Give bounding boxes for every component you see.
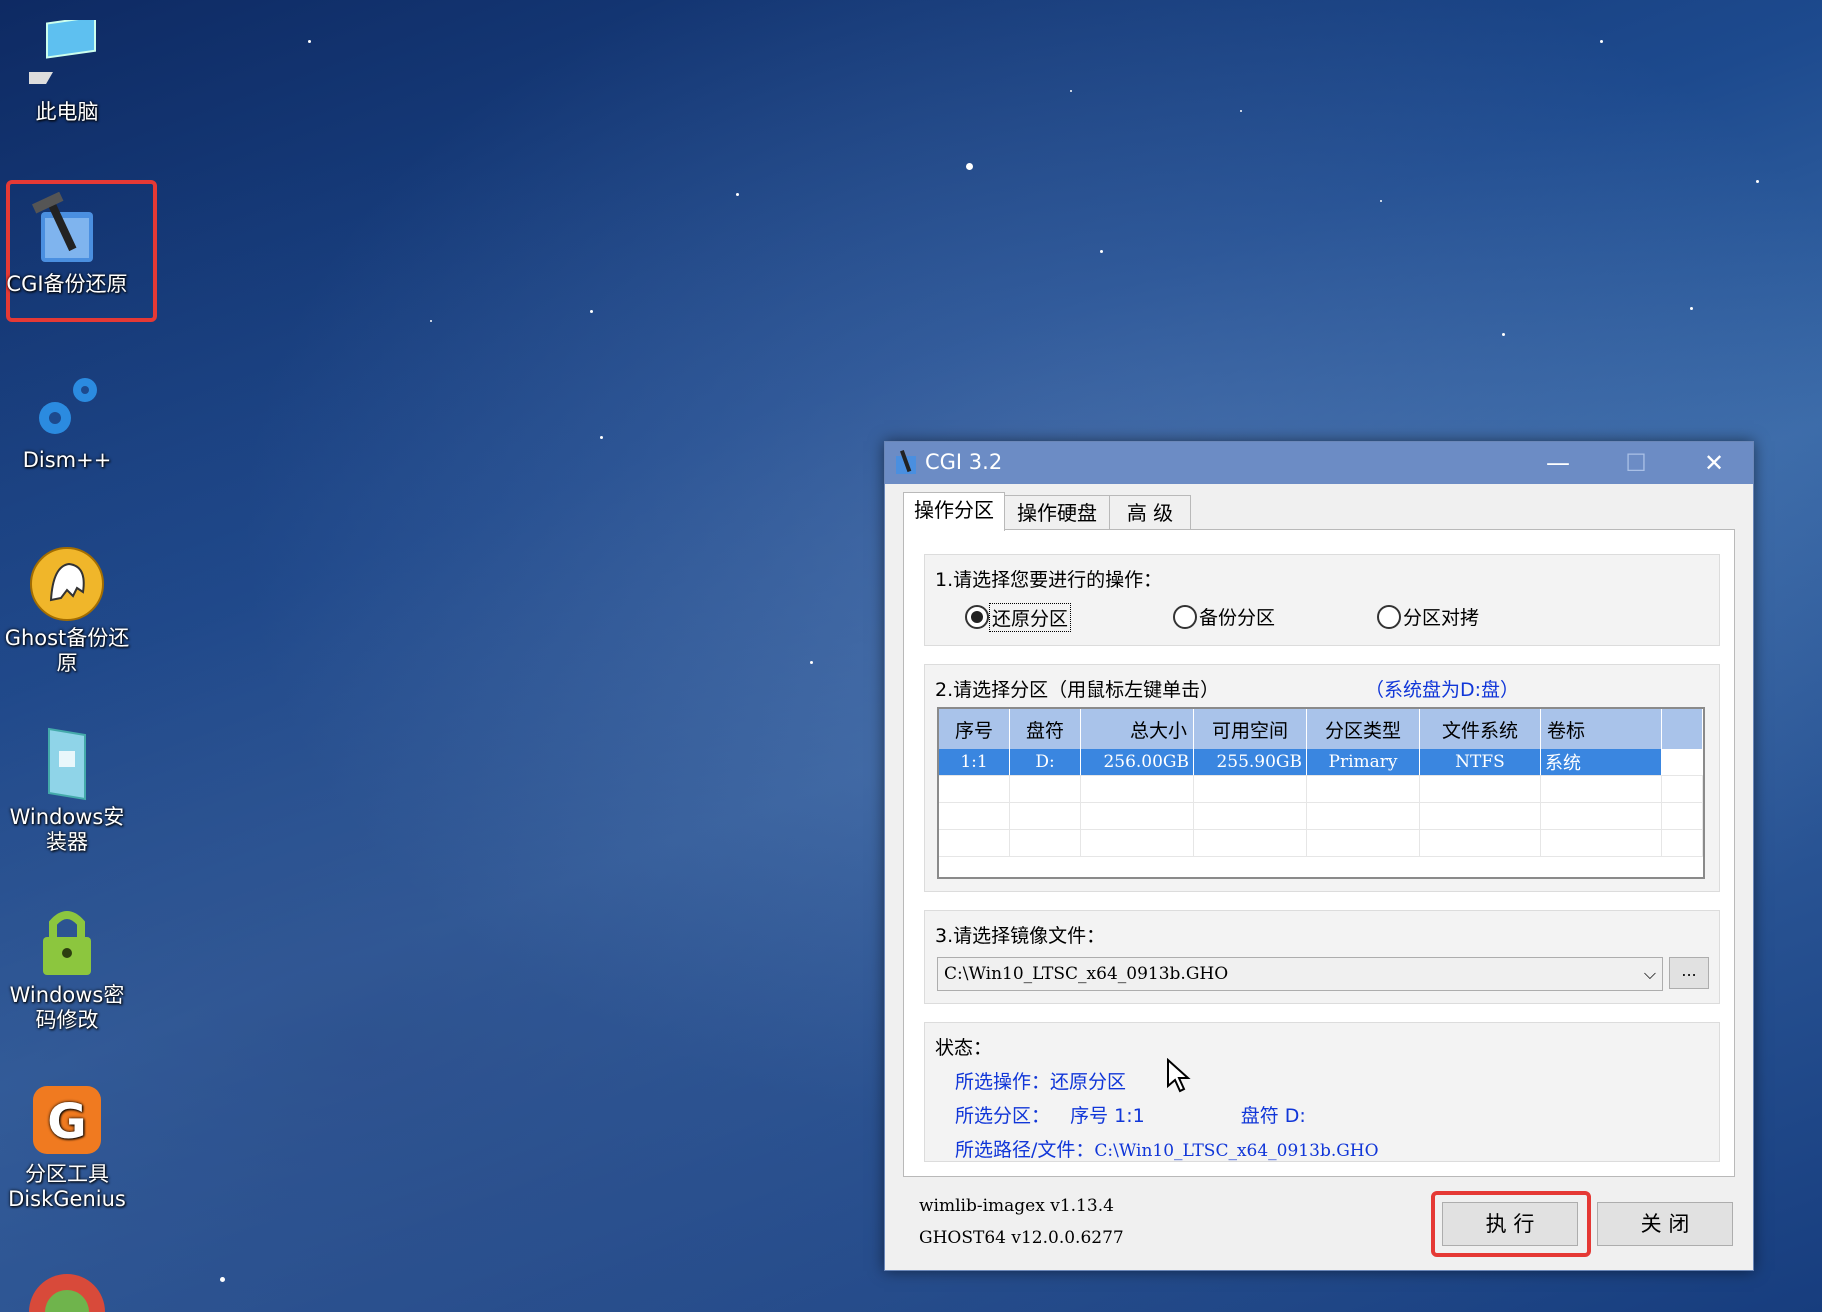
icon-label: CGI备份还原 (6, 272, 128, 296)
padlock-icon (29, 903, 105, 979)
close-button[interactable]: 关 闭 (1597, 1202, 1733, 1246)
operation-group: 1.请选择您要进行的操作： 还原分区 备份分区 分区对拷 (924, 554, 1720, 646)
status-operation: 所选操作：还原分区 (955, 1067, 1126, 1094)
cell-filler (1661, 749, 1703, 776)
radio-backup-label[interactable]: 备份分区 (1199, 603, 1275, 630)
status-partition-seq: 序号 1:1 (1070, 1105, 1145, 1127)
status-partition: 所选分区： 序号 1:1 盘符 D: (955, 1101, 1306, 1128)
window-title: CGI 3.2 (925, 450, 1003, 474)
status-group: 状态： 所选操作：还原分区 所选分区： 序号 1:1 盘符 D: 所选路径/文件… (924, 1022, 1720, 1162)
empty-row (939, 802, 1703, 830)
radio-restore-label[interactable]: 还原分区 (989, 603, 1072, 632)
col-free-space[interactable]: 可用空间 (1193, 709, 1307, 749)
icon-label: 此电脑 (35, 100, 99, 124)
cell-volume-label[interactable]: 系统 (1540, 749, 1662, 776)
col-filesystem[interactable]: 文件系统 (1419, 709, 1541, 749)
tab-advanced[interactable]: 高 级 (1109, 495, 1191, 530)
status-label: 状态： (935, 1037, 993, 1059)
cell-free-space[interactable]: 255.90GB (1193, 749, 1307, 776)
radio-copy-label[interactable]: 分区对拷 (1403, 603, 1479, 630)
empty-row (939, 829, 1703, 857)
cell-drive[interactable]: D: (1009, 749, 1081, 776)
title-bar[interactable]: CGI 3.2 — ☐ ✕ (885, 442, 1753, 484)
ghost-version: GHOST64 v12.0.0.6277 (919, 1228, 1124, 1248)
icon-label: Ghost备份还原 (4, 626, 130, 675)
col-index[interactable]: 序号 (939, 709, 1010, 749)
icon-label: 分区工具DiskGenius (8, 1162, 126, 1211)
diskgenius-icon: G (29, 1082, 105, 1158)
col-drive[interactable]: 盘符 (1009, 709, 1081, 749)
col-total-size[interactable]: 总大小 (1080, 709, 1194, 749)
status-partition-key: 所选分区： (955, 1105, 1051, 1127)
partition-table-frame: 序号 盘符 总大小 可用空间 分区类型 文件系统 卷标 1:1 D: 256.0… (937, 707, 1705, 879)
desktop-icon-ghost[interactable]: Ghost备份还原 (0, 546, 134, 676)
desktop-icon-windows-password[interactable]: Windows密码修改 (0, 903, 134, 1033)
chevron-down-icon[interactable]: ⌵ (1644, 958, 1656, 990)
radio-restore-circle[interactable] (965, 605, 989, 629)
tab-partition[interactable]: 操作分区 (903, 492, 1005, 531)
col-filler (1661, 709, 1703, 749)
ghost-icon (29, 546, 105, 622)
col-partition-type[interactable]: 分区类型 (1306, 709, 1420, 749)
image-file-value: C:\Win10_LTSC_x64_0913b.GHO (944, 964, 1229, 984)
icon-label: Dism++ (22, 448, 112, 472)
mouse-cursor-icon (1166, 1057, 1192, 1094)
partition-table[interactable]: 序号 盘符 总大小 可用空间 分区类型 文件系统 卷标 1:1 D: 256.0… (939, 709, 1703, 857)
table-row[interactable]: 1:1 D: 256.00GB 255.90GB Primary NTFS 系统 (939, 749, 1703, 776)
desktop-icon-windows-installer[interactable]: Windows安装器 (0, 725, 134, 855)
radio-copy-circle[interactable] (1377, 605, 1401, 629)
desktop-icon-this-pc[interactable]: 此电脑 (0, 15, 134, 125)
desktop-icon-dism[interactable]: Dism++ (0, 368, 134, 473)
gears-icon (29, 368, 105, 444)
status-path-value: C:\Win10_LTSC_x64_0913b.GHO (1094, 1141, 1379, 1161)
tab-panel: 1.请选择您要进行的操作： 还原分区 备份分区 分区对拷 2.请选择分区（用鼠标… (903, 529, 1735, 1177)
desktop-icon-cgi[interactable]: CGI备份还原 (0, 191, 134, 297)
operation-label: 1.请选择您要进行的操作： (935, 569, 1163, 591)
system-drive-hint: （系统盘为D:盘） (1365, 679, 1520, 701)
wimlib-version: wimlib-imagex v1.13.4 (919, 1196, 1114, 1216)
app-icon (894, 450, 918, 476)
status-partition-drive: 盘符 D: (1240, 1105, 1306, 1127)
partial-desktop-icon[interactable] (26, 1272, 108, 1312)
partition-group: 2.请选择分区（用鼠标左键单击） （系统盘为D:盘） 序号 盘符 总大小 可用空… (924, 664, 1720, 892)
cell-total-size[interactable]: 256.00GB (1080, 749, 1194, 776)
radio-backup-circle[interactable] (1173, 605, 1197, 629)
status-operation-key: 所选操作： (955, 1071, 1051, 1093)
svg-text:G: G (47, 1094, 86, 1150)
execute-button[interactable]: 执 行 (1442, 1202, 1578, 1246)
cell-partition-type[interactable]: Primary (1306, 749, 1420, 776)
close-window-button[interactable]: ✕ (1675, 442, 1753, 484)
desktop-icon-diskgenius[interactable]: G 分区工具DiskGenius (0, 1082, 134, 1212)
partition-label: 2.请选择分区（用鼠标左键单击） (935, 679, 1220, 701)
image-file-label: 3.请选择镜像文件： (935, 925, 1106, 947)
browse-button[interactable]: ... (1669, 957, 1709, 989)
empty-row (939, 775, 1703, 803)
cgi-window: CGI 3.2 — ☐ ✕ 操作分区 操作硬盘 高 级 1.请选择您要进行的操作… (884, 441, 1754, 1271)
status-path: 所选路径/文件：C:\Win10_LTSC_x64_0913b.GHO (955, 1135, 1379, 1162)
col-volume-label[interactable]: 卷标 (1540, 709, 1662, 749)
tab-disk[interactable]: 操作硬盘 (1003, 495, 1111, 530)
image-file-group: 3.请选择镜像文件： C:\Win10_LTSC_x64_0913b.GHO ⌵… (924, 910, 1720, 1004)
cell-filesystem[interactable]: NTFS (1419, 749, 1541, 776)
cell-index[interactable]: 1:1 (939, 749, 1010, 776)
maximize-button[interactable]: ☐ (1597, 442, 1675, 484)
minimize-button[interactable]: — (1519, 442, 1597, 484)
status-path-key: 所选路径/文件： (955, 1139, 1095, 1161)
icon-label: Windows安装器 (9, 805, 125, 854)
installer-disc-icon (29, 725, 105, 801)
image-file-select[interactable]: C:\Win10_LTSC_x64_0913b.GHO ⌵ (937, 957, 1663, 991)
computer-icon (2, 15, 105, 96)
status-operation-value: 还原分区 (1050, 1071, 1127, 1093)
icon-label: Windows密码修改 (9, 983, 125, 1032)
hammer-icon (29, 191, 105, 268)
